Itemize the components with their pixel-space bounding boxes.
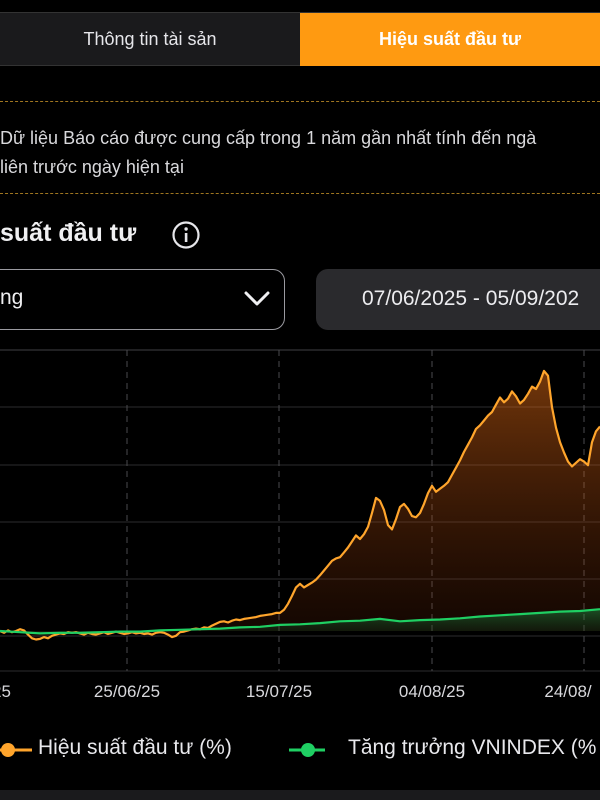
period-select-value: ng — [0, 286, 24, 309]
tab-bar: Thông tin tài sản Hiệu suất đầu tư — [0, 12, 600, 66]
legend-swatch-vnindex — [289, 743, 325, 757]
chevron-down-icon — [244, 291, 270, 306]
performance-chart: 25 25/06/25 15/07/25 04/08/25 24/08/ — [0, 349, 600, 701]
legend-label-performance: Hiệu suất đầu tư (%) — [38, 736, 232, 759]
x-axis-ticks: 25 25/06/25 15/07/25 04/08/25 24/08/ — [0, 682, 592, 701]
tab-asset-info[interactable]: Thông tin tài sản — [0, 13, 300, 66]
x-tick-label: 24/08/ — [544, 682, 592, 701]
notice-line-2: liên trước ngày hiện tại — [0, 157, 184, 177]
legend-label-vnindex: Tăng trưởng VNINDEX (% — [348, 736, 597, 759]
x-tick-label: 25 — [0, 682, 11, 701]
x-tick-label: 15/07/25 — [246, 682, 312, 701]
date-range-value: 07/06/2025 - 05/09/202 — [362, 287, 580, 310]
bottom-bar — [0, 790, 600, 800]
x-tick-label: 04/08/25 — [399, 682, 465, 701]
notice-line-1: Dữ liệu Báo cáo được cung cấp trong 1 nă… — [0, 128, 537, 148]
report-notice: Dữ liệu Báo cáo được cung cấp trong 1 nă… — [0, 124, 600, 182]
notice-border-top — [0, 101, 600, 102]
info-icon[interactable] — [171, 220, 201, 250]
series-area-performance — [0, 370, 600, 640]
tab-investment-performance[interactable]: Hiệu suất đầu tư — [300, 13, 600, 66]
section-title: suất đầu tư — [0, 219, 137, 247]
notice-border-bottom — [0, 193, 600, 194]
legend-swatch-performance — [0, 743, 32, 757]
chart-areas — [0, 370, 600, 640]
x-tick-label: 25/06/25 — [94, 682, 160, 701]
